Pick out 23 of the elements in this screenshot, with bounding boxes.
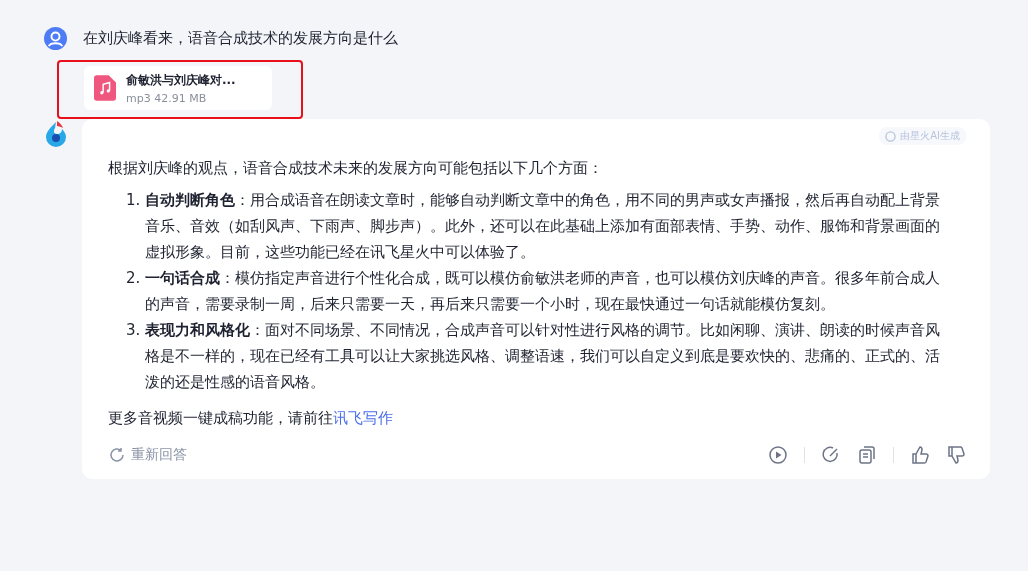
answer-intro: 根据刘庆峰的观点，语音合成技术未来的发展方向可能包括以下几个方面：: [108, 158, 604, 179]
thumbs-down-icon[interactable]: [946, 445, 966, 465]
file-card[interactable]: 俞敏洪与刘庆峰对... mp3 42.91 MB: [84, 66, 272, 110]
flame-logo-icon: [44, 120, 68, 148]
copy-icon[interactable]: [857, 445, 877, 465]
list-item-text: 自动判断角色：用合成语音在朗读文章时，能够自动判断文章中的角色，用不同的男声或女声播报，然后再自动配上背景音乐、音效（如刮风声、下雨声、脚步声）。此外，还可以在此基础上添加有面部表情、手势、动作、服饰和背景画面的虚拟形象。目前，这些功能已经在讯飞星火中可以体验了。: [145, 190, 942, 263]
list-number: 2.: [126, 268, 141, 289]
file-name: 俞敏洪与刘庆峰对...: [126, 71, 236, 89]
refresh-icon: [108, 446, 126, 464]
list-item-text: 表现力和风格化：面对不同场景、不同情况，合成声音可以针对性进行风格的调节。比如闲聊、演讲、朗读的时候声音风格是不一样的，现在已经有工具可以让大家挑选风格、调整语速，我们可以自定义到底是要欢快的、悲痛的、正式的、活泼的还是性感的语音风格。: [145, 320, 942, 393]
question-text: 在刘庆峰看来，语音合成技术的发展方向是什么: [83, 29, 398, 48]
writing-link[interactable]: 讯飞写作: [333, 409, 393, 427]
list-item-text: 一句话合成：模仿指定声音进行个性化合成，既可以模仿俞敏洪老师的声音，也可以模仿刘庆峰的声音。很多年前合成人的声音，需要录制一周，后来只需要一天，再后来只需要一个小时，现在最快通过一句话就能模仿复刻。: [145, 268, 942, 315]
user-avatar-icon: [44, 27, 67, 50]
footer-text: 更多音视频一键成稿功能，请前往讯飞写作: [108, 408, 394, 429]
edit-icon[interactable]: [821, 445, 841, 465]
file-size: mp3 42.91 MB: [126, 91, 208, 105]
regenerate-button[interactable]: 重新回答: [108, 446, 187, 464]
list-number: 1.: [126, 190, 141, 211]
thumbs-up-icon[interactable]: [910, 445, 930, 465]
play-icon[interactable]: [768, 445, 788, 465]
music-file-icon: [94, 75, 116, 101]
list-number: 3.: [126, 320, 141, 341]
